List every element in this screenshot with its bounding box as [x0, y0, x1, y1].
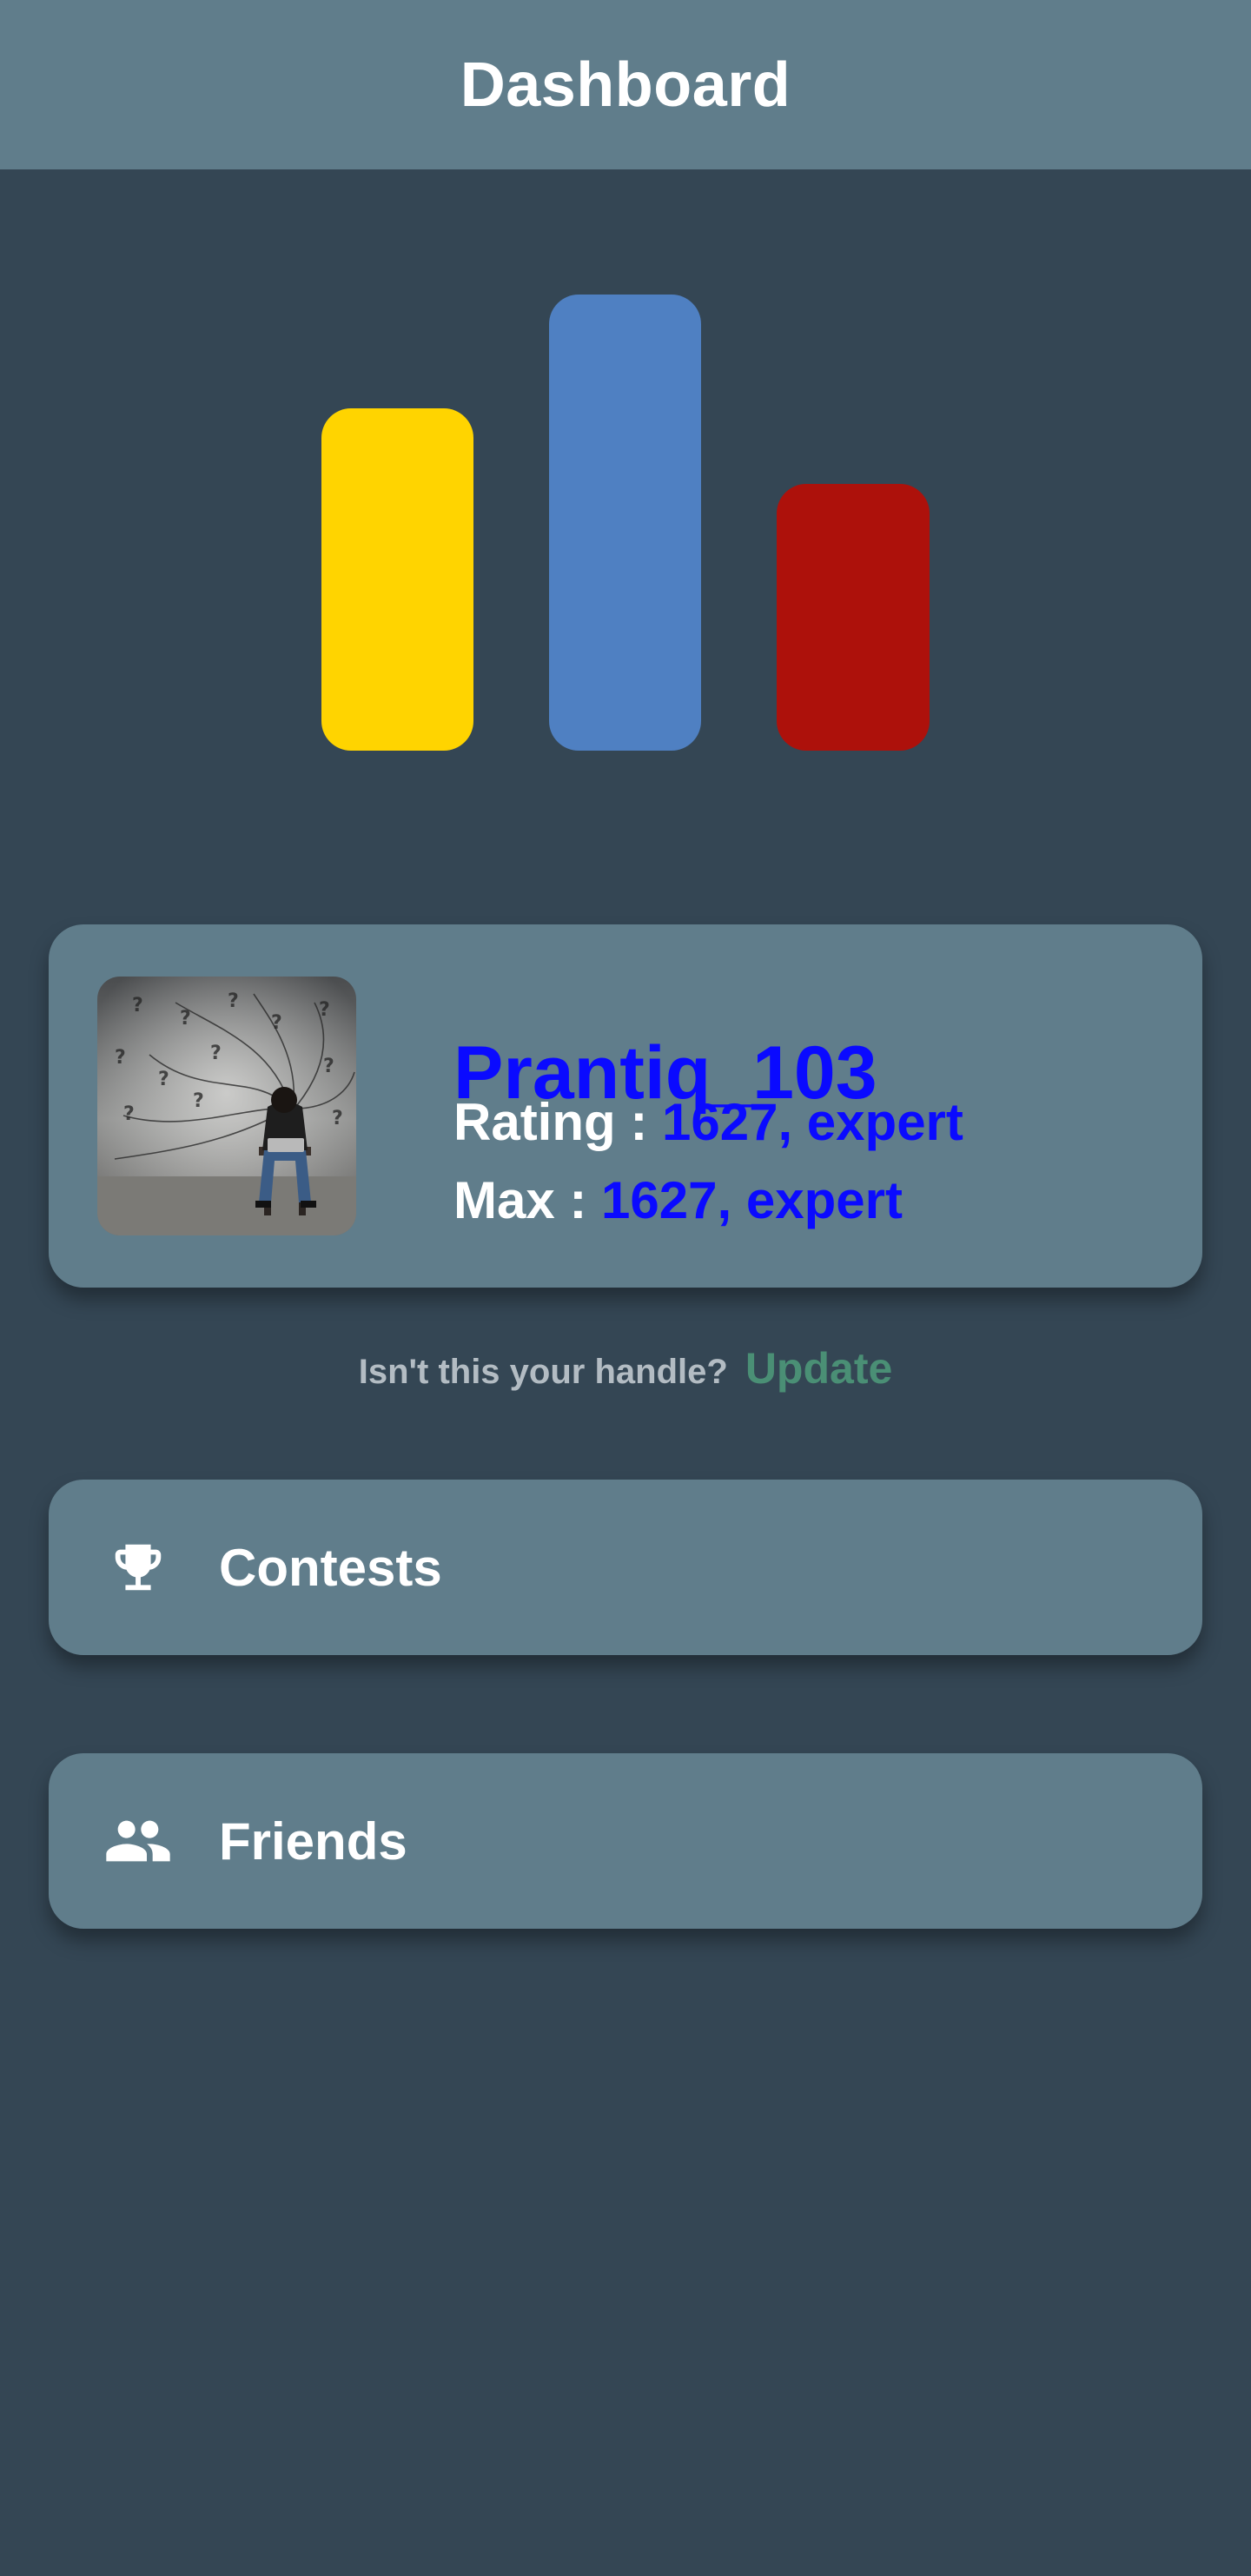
svg-text:?: ? [210, 1043, 222, 1064]
rating-value: 1627, expert [661, 1093, 963, 1151]
svg-text:?: ? [115, 1047, 126, 1069]
profile-card: ??? ??? ??? ??? Prantiq_103 Rating : 162… [49, 924, 1202, 1288]
svg-text:?: ? [323, 1056, 334, 1077]
svg-text:?: ? [123, 1103, 135, 1125]
trophy-icon [99, 1528, 177, 1606]
friends-label: Friends [219, 1811, 407, 1871]
update-button[interactable]: Update [745, 1343, 892, 1394]
app-logo [0, 0, 1251, 782]
rating-label: Rating : [453, 1093, 662, 1151]
svg-text:?: ? [332, 1108, 343, 1129]
friends-button[interactable]: Friends [49, 1753, 1202, 1929]
contests-button[interactable]: Contests [49, 1480, 1202, 1655]
svg-text:?: ? [228, 990, 239, 1012]
max-value: 1627, expert [601, 1171, 903, 1229]
logo-bar-red [777, 484, 930, 751]
contests-label: Contests [219, 1538, 442, 1597]
max-rating-line: Max : 1627, expert [453, 1175, 903, 1227]
handle-prompt: Isn't this your handle? Update [0, 1343, 1251, 1394]
rating-line: Rating : 1627, expert [453, 1096, 963, 1149]
handle-prompt-question: Isn't this your handle? [358, 1353, 728, 1391]
avatar: ??? ??? ??? ??? [97, 977, 356, 1235]
svg-text:?: ? [193, 1090, 204, 1112]
svg-text:?: ? [132, 995, 143, 1016]
svg-text:?: ? [180, 1008, 191, 1030]
logo-bar-blue [549, 295, 701, 751]
svg-text:?: ? [271, 1012, 282, 1034]
logo-bar-yellow [321, 408, 473, 751]
max-label: Max : [453, 1171, 602, 1229]
people-icon [99, 1802, 177, 1880]
svg-text:?: ? [319, 999, 330, 1021]
svg-text:?: ? [158, 1069, 169, 1090]
